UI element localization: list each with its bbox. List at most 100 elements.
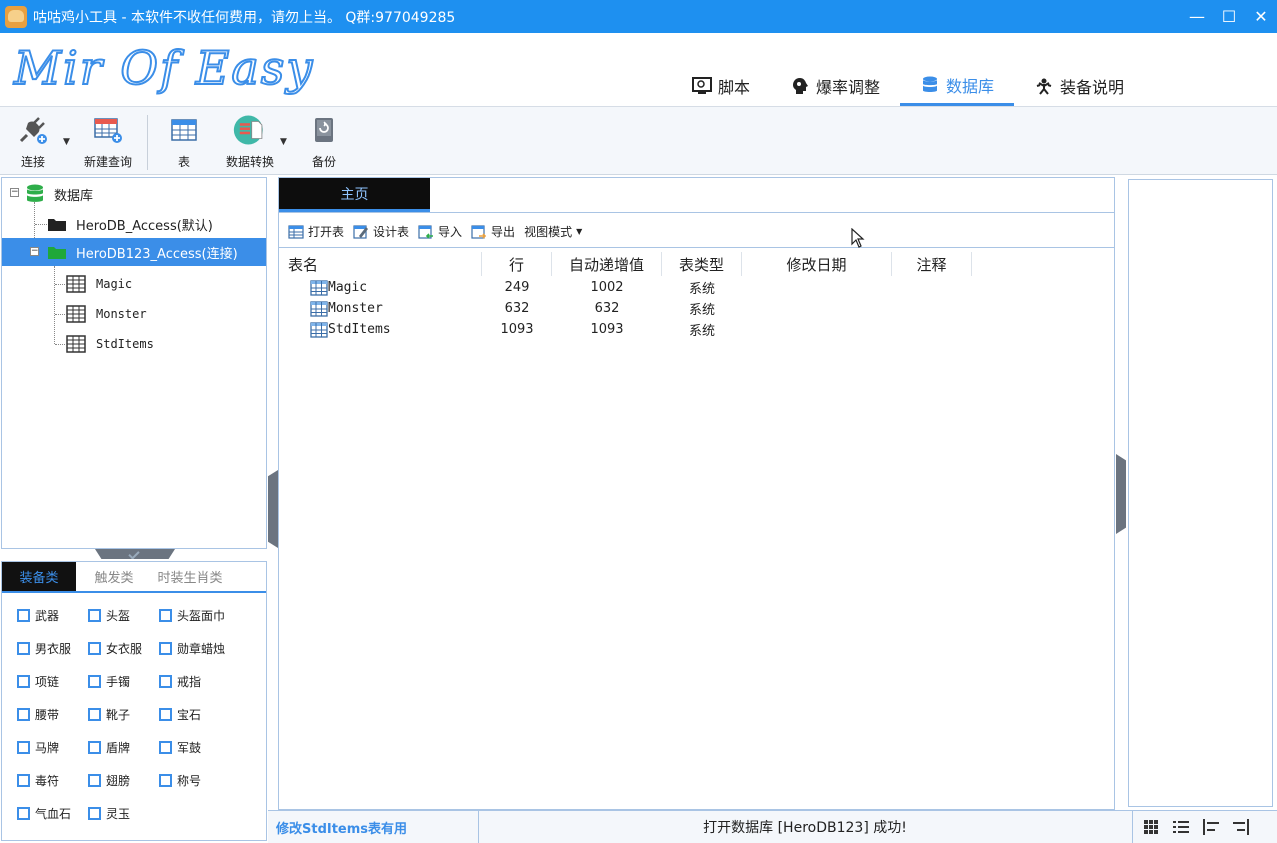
checkbox-box[interactable] (88, 774, 101, 787)
tab-trigger[interactable]: 触发类 (76, 562, 152, 591)
checkbox-box[interactable] (17, 708, 30, 721)
category-checkbox[interactable]: 手镯 (88, 673, 130, 690)
table-row[interactable]: Monster 632 632 系统 (279, 298, 742, 319)
grid-view-icon[interactable] (1136, 817, 1166, 837)
tree-root[interactable]: 数据库 (26, 180, 93, 208)
category-checkbox[interactable]: 气血石 (17, 805, 71, 822)
tree-table-monster[interactable]: Monster (66, 300, 147, 328)
checkbox-label: 军鼓 (177, 741, 202, 755)
vertical-splitter-handle[interactable] (95, 549, 175, 559)
column-header-rows[interactable]: 行 (482, 252, 552, 276)
connect-button[interactable]: 连接 (14, 113, 52, 173)
category-checkbox[interactable]: 勋章蜡烛 (159, 640, 225, 657)
tree-table-stditems[interactable]: StdItems (66, 330, 154, 358)
category-checkbox[interactable]: 宝石 (159, 706, 201, 723)
tree-collapse-toggle[interactable]: − (10, 188, 19, 197)
checkbox-box[interactable] (88, 708, 101, 721)
tab-database[interactable]: 数据库 (900, 66, 1015, 106)
view-mode-dropdown[interactable]: 视图模式 ▼ (524, 223, 582, 240)
tab-fashion-zodiac[interactable]: 时装生肖类 (152, 562, 228, 591)
tree-node-collapse-toggle[interactable]: − (30, 247, 39, 256)
open-table-button[interactable]: 打开表 (288, 223, 344, 240)
category-checkbox[interactable]: 男衣服 (17, 640, 71, 657)
import-button[interactable]: 导入 (418, 223, 462, 240)
tree-node-herodb123-access[interactable]: − HeroDB123_Access(连接) (2, 238, 266, 266)
new-query-button[interactable]: 新建查询 (82, 113, 134, 173)
category-checkbox[interactable]: 靴子 (88, 706, 130, 723)
category-checkbox[interactable]: 翅膀 (88, 772, 130, 789)
tab-home[interactable]: 主页 (279, 178, 430, 212)
column-header-table-type[interactable]: 表类型 (662, 252, 742, 276)
checkbox-box[interactable] (88, 609, 101, 622)
table-list-header: 表名 行 自动递增值 表类型 修改日期 注释 (279, 252, 1114, 276)
checkbox-box[interactable] (159, 741, 172, 754)
checkbox-box[interactable] (88, 807, 101, 820)
category-checkbox[interactable]: 女衣服 (88, 640, 142, 657)
category-checkbox[interactable]: 灵玉 (88, 805, 130, 822)
category-checkbox[interactable]: 头盔 (88, 607, 130, 624)
tab-drop-rate[interactable]: 爆率调整 (770, 66, 900, 106)
tab-equipment[interactable]: 装备类 (2, 562, 76, 591)
table-button[interactable]: 表 (168, 113, 200, 173)
checkbox-box[interactable] (17, 675, 30, 688)
right-collapse-handle[interactable] (1116, 454, 1126, 534)
checkbox-box[interactable] (88, 741, 101, 754)
tree-node-herodb-access[interactable]: HeroDB_Access(默认) (48, 210, 213, 238)
backup-button[interactable]: 备份 (310, 113, 338, 173)
maximize-button[interactable]: ☐ (1213, 0, 1245, 33)
align-right-icon[interactable] (1226, 817, 1256, 837)
data-convert-button[interactable]: 数据转换 (224, 113, 276, 173)
checkbox-box[interactable] (17, 741, 30, 754)
checkbox-box[interactable] (159, 708, 172, 721)
category-checkbox[interactable]: 称号 (159, 772, 201, 789)
category-checkbox[interactable]: 毒符 (17, 772, 59, 789)
export-button[interactable]: 导出 (471, 223, 515, 240)
window-controls: — ☐ ✕ (1181, 0, 1277, 33)
minimize-button[interactable]: — (1181, 0, 1213, 33)
connect-dropdown-icon[interactable]: ▼ (63, 137, 70, 147)
column-header-name[interactable]: 表名 (279, 252, 482, 276)
category-checkbox[interactable]: 盾牌 (88, 739, 130, 756)
new-query-label: 新建查询 (83, 155, 132, 169)
category-checkbox[interactable]: 戒指 (159, 673, 201, 690)
checkbox-box[interactable] (88, 675, 101, 688)
checkbox-label: 勋章蜡烛 (177, 642, 226, 656)
checkbox-box[interactable] (17, 642, 30, 655)
cell-table-type: 系统 (688, 324, 715, 339)
header: Mir Of Easy 脚本 爆率调整 数据库 装备说明 (0, 33, 1277, 106)
toolbar-separator (147, 115, 148, 170)
column-header-comment[interactable]: 注释 (892, 252, 972, 276)
category-checkbox[interactable]: 马牌 (17, 739, 59, 756)
tab-script[interactable]: 脚本 (672, 66, 770, 106)
category-checkbox[interactable]: 项链 (17, 673, 59, 690)
category-checkbox[interactable]: 军鼓 (159, 739, 201, 756)
left-collapse-handle[interactable] (268, 470, 278, 548)
checkbox-box[interactable] (159, 642, 172, 655)
column-header-modified-date[interactable]: 修改日期 (742, 252, 892, 276)
tree-table-magic[interactable]: Magic (66, 270, 132, 298)
checkbox-box[interactable] (17, 807, 30, 820)
category-checkbox[interactable]: 头盔面巾 (159, 607, 225, 624)
list-view-icon[interactable] (1166, 817, 1196, 837)
checkbox-box[interactable] (17, 774, 30, 787)
column-header-auto-increment[interactable]: 自动递增值 (552, 252, 662, 276)
table-row[interactable]: StdItems 1093 1093 系统 (279, 319, 742, 340)
checkbox-box[interactable] (159, 609, 172, 622)
category-checkbox[interactable]: 腰带 (17, 706, 59, 723)
checkbox-label: 项链 (35, 675, 60, 689)
checkbox-box[interactable] (159, 774, 172, 787)
checkbox-box[interactable] (159, 675, 172, 688)
design-table-button[interactable]: 设计表 (353, 223, 409, 240)
checkbox-box[interactable] (17, 609, 30, 622)
tab-equipment-info[interactable]: 装备说明 (1014, 66, 1144, 106)
checkbox-label: 腰带 (35, 708, 60, 722)
data-convert-dropdown-icon[interactable]: ▼ (280, 137, 287, 147)
close-button[interactable]: ✕ (1245, 0, 1277, 33)
align-left-icon[interactable] (1196, 817, 1226, 837)
table-row[interactable]: Magic 249 1002 系统 (279, 277, 742, 298)
checkbox-box[interactable] (88, 642, 101, 655)
right-side-panel (1128, 179, 1273, 807)
design-table-icon (353, 224, 369, 240)
app-logo-text: Mir Of Easy (13, 40, 315, 96)
category-checkbox[interactable]: 武器 (17, 607, 59, 624)
